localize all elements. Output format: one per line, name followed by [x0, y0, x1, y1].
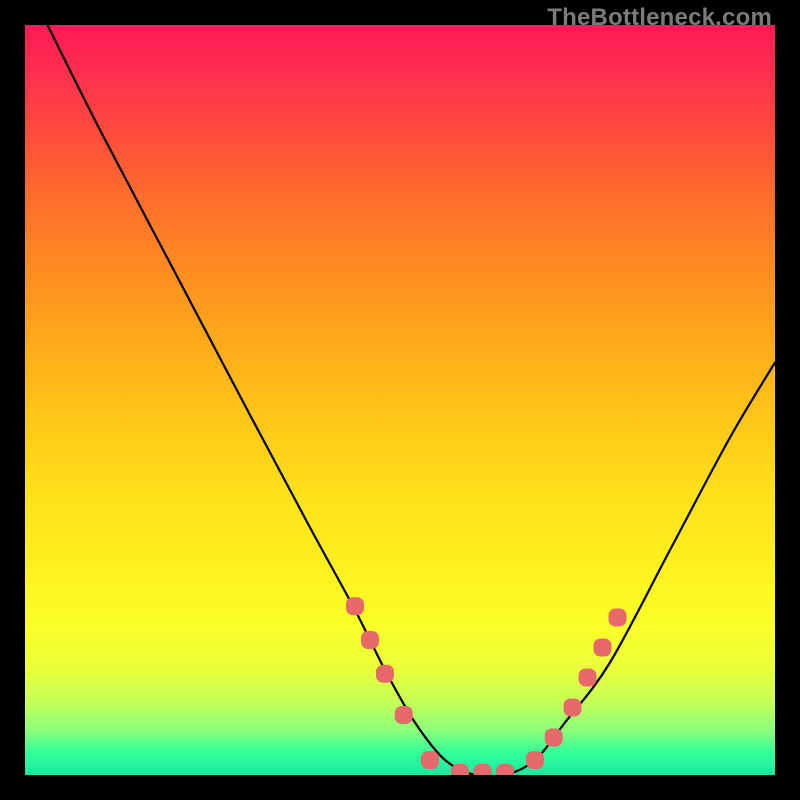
watermark-text: TheBottleneck.com — [547, 4, 772, 32]
curve-marker — [579, 669, 597, 687]
curve-marker — [421, 751, 439, 769]
chart-svg — [25, 25, 775, 775]
curve-marker — [395, 706, 413, 724]
curve-marker — [609, 609, 627, 627]
curve-marker — [594, 639, 612, 657]
chart-frame: TheBottleneck.com — [0, 0, 800, 800]
curve-marker — [451, 764, 469, 775]
curve-marker — [496, 764, 514, 775]
curve-marker — [564, 699, 582, 717]
marker-group — [346, 597, 627, 775]
plot-area — [25, 25, 775, 775]
bottleneck-curve — [48, 25, 776, 775]
curve-marker — [526, 751, 544, 769]
curve-marker — [545, 729, 563, 747]
curve-marker — [361, 631, 379, 649]
curve-marker — [346, 597, 364, 615]
curve-marker — [474, 764, 492, 775]
curve-marker — [376, 665, 394, 683]
